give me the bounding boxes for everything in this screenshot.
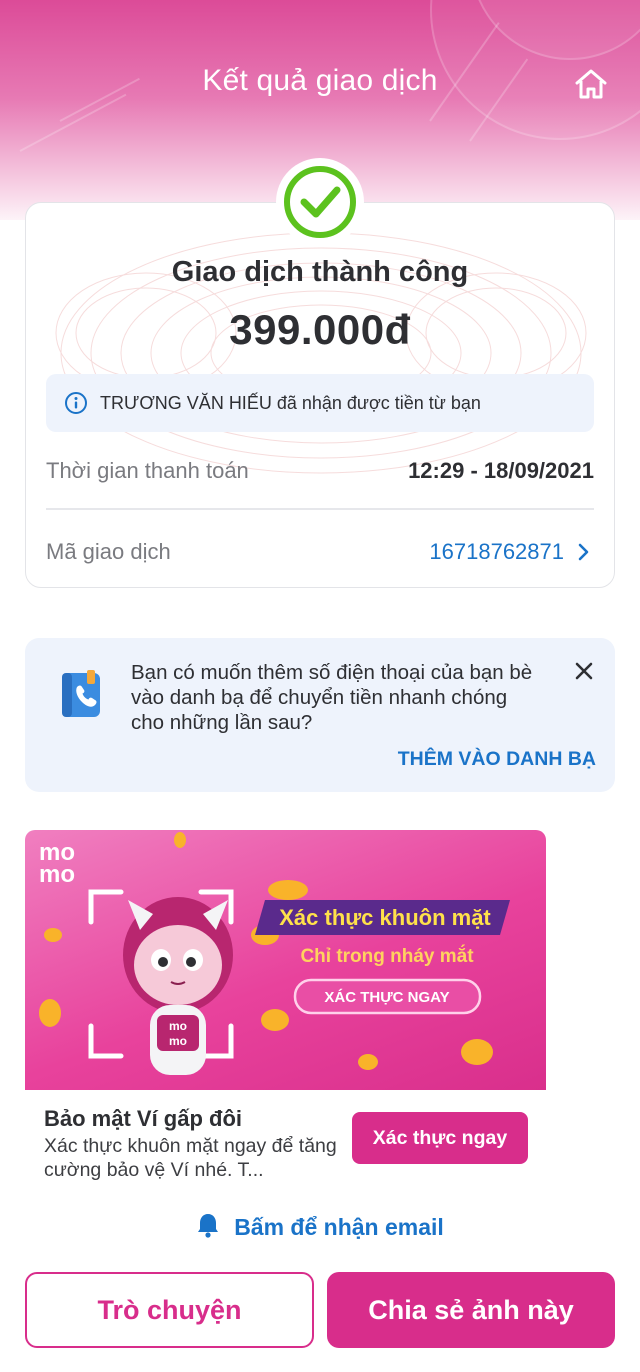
add-contact-message: Bạn có muốn thêm số điện thoại của bạn b… <box>131 661 533 734</box>
status-title: Giao dịch thành công <box>171 256 469 288</box>
contact-book-icon <box>62 670 100 717</box>
bell-icon <box>198 1214 219 1238</box>
transaction-id-link[interactable]: 16718762871 <box>429 539 589 565</box>
add-to-contacts-button[interactable]: THÊM VÀO DANH BẠ <box>398 748 596 771</box>
verify-now-button[interactable]: Xác thực ngay <box>352 1112 528 1164</box>
promo-banner[interactable]: mo mo mo mo Xác thực khuôn mặt Chỉ trong… <box>25 830 546 1090</box>
transaction-id-value: 16718762871 <box>429 539 564 564</box>
close-icon[interactable] <box>571 658 597 684</box>
svg-text:mo: mo <box>39 861 75 888</box>
payment-time-value: 12:29 - 18/09/2021 <box>408 458 594 483</box>
receive-email-link[interactable]: Bấm để nhận email <box>0 1212 640 1241</box>
page-title: Kết quả giao dịch <box>202 64 438 97</box>
recipient-info-text: TRƯƠNG VĂN HIẾU đã nhận được tiền từ bạn <box>100 392 481 413</box>
banner-headline: Xác thực khuôn mặt <box>279 905 491 930</box>
mascot-illustration: mo mo <box>123 897 233 1075</box>
payment-time-label: Thời gian thanh toán <box>46 458 249 483</box>
check-circle-icon <box>276 158 364 246</box>
share-image-button[interactable]: Chia sẻ ảnh này <box>327 1272 615 1348</box>
transaction-amount: 399.000đ <box>229 306 411 353</box>
chat-button[interactable]: Trò chuyện <box>25 1272 314 1348</box>
receive-email-label: Bấm để nhận email <box>234 1214 444 1240</box>
divider <box>46 508 594 510</box>
recipient-info-box: TRƯƠNG VĂN HIẾU đã nhận được tiền từ bạn <box>46 374 594 432</box>
chevron-right-icon <box>578 543 589 561</box>
info-icon <box>65 392 87 414</box>
svg-text:mo: mo <box>169 1034 187 1048</box>
home-icon[interactable] <box>572 66 610 102</box>
transaction-id-label: Mã giao dịch <box>46 539 171 564</box>
promo-description: Xác thực khuôn mặt ngay để tăng cường bả… <box>44 1135 337 1181</box>
banner-subline: Chỉ trong nháy mắt <box>300 945 474 967</box>
svg-text:mo: mo <box>169 1019 187 1033</box>
add-contact-card: Bạn có muốn thêm số điện thoại của bạn b… <box>25 638 615 792</box>
promo-title: Bảo mật Ví gấp đôi <box>44 1106 243 1131</box>
banner-cta: XÁC THỰC NGAY <box>324 989 449 1006</box>
